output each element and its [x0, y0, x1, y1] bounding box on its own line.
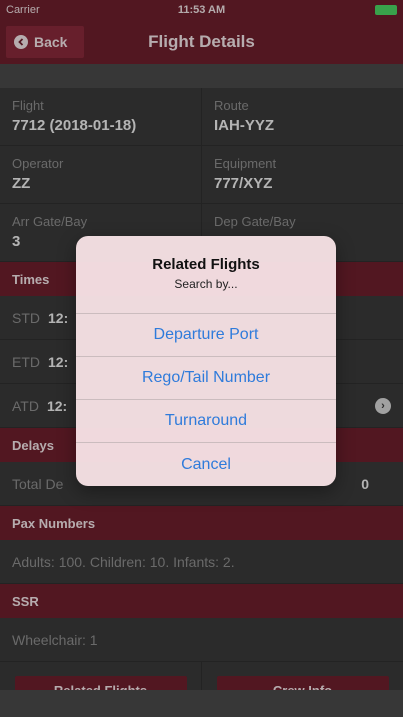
alert-header: Related Flights Search by...: [76, 236, 336, 314]
related-flights-alert: Related Flights Search by... Departure P…: [76, 236, 336, 486]
turnaround-option[interactable]: Turnaround: [76, 400, 336, 443]
cancel-option[interactable]: Cancel: [76, 443, 336, 486]
alert-subtitle: Search by...: [174, 277, 238, 291]
alert-title: Related Flights: [152, 256, 260, 273]
rego-tail-number-option[interactable]: Rego/Tail Number: [76, 357, 336, 400]
departure-port-option[interactable]: Departure Port: [76, 314, 336, 357]
